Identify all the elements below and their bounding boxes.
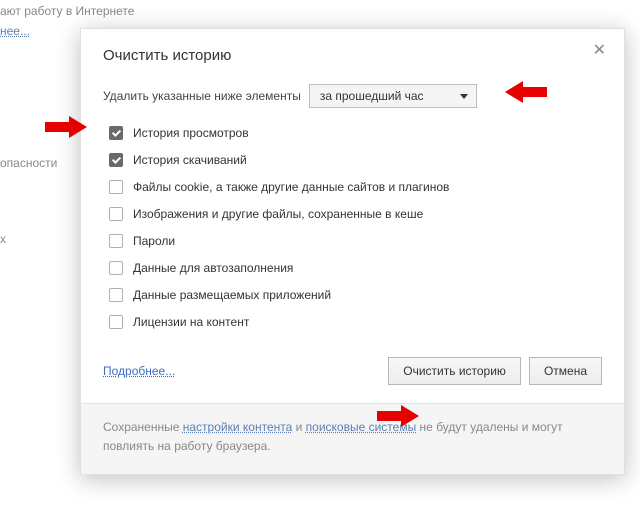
footer-link-search-engines[interactable]: поисковые системы xyxy=(306,420,417,434)
time-period-row: Удалить указанные ниже элементы за проше… xyxy=(103,84,602,108)
footer-link-content-settings[interactable]: настройки контента xyxy=(183,420,293,434)
option-passwords[interactable]: Пароли xyxy=(109,234,602,248)
time-period-dropdown[interactable]: за прошедший час xyxy=(309,84,477,108)
options-list: История просмотров История скачиваний Фа… xyxy=(109,126,602,329)
footer-text: и xyxy=(292,420,305,434)
dialog-bottom-bar: Подробнее... Очистить историю Отмена xyxy=(103,357,602,385)
option-label: Данные размещаемых приложений xyxy=(133,288,331,302)
more-link[interactable]: Подробнее... xyxy=(103,364,175,378)
option-content-licenses[interactable]: Лицензии на контент xyxy=(109,315,602,329)
option-cached-files[interactable]: Изображения и другие файлы, сохраненные … xyxy=(109,207,602,221)
close-icon[interactable]: ✕ xyxy=(593,43,606,59)
option-browsing-history[interactable]: История просмотров xyxy=(109,126,602,140)
time-period-value: за прошедший час xyxy=(320,89,424,103)
option-label: История скачиваний xyxy=(133,153,247,167)
footer-text: Сохраненные xyxy=(103,420,183,434)
button-group: Очистить историю Отмена xyxy=(388,357,602,385)
dialog-body: Очистить историю Удалить указанные ниже … xyxy=(81,29,624,403)
option-autofill[interactable]: Данные для автозаполнения xyxy=(109,261,602,275)
time-period-label: Удалить указанные ниже элементы xyxy=(103,89,301,103)
dialog-title: Очистить историю xyxy=(103,47,602,64)
checkbox-icon xyxy=(109,207,123,221)
bg-text-link: нее... xyxy=(0,24,30,38)
option-label: История просмотров xyxy=(133,126,249,140)
option-label: Файлы cookie, а также другие данные сайт… xyxy=(133,180,449,194)
chevron-down-icon xyxy=(460,94,468,99)
checkbox-icon xyxy=(109,288,123,302)
option-cookies[interactable]: Файлы cookie, а также другие данные сайт… xyxy=(109,180,602,194)
cancel-button[interactable]: Отмена xyxy=(529,357,602,385)
clear-history-dialog: ✕ Очистить историю Удалить указанные ниж… xyxy=(80,28,625,475)
option-download-history[interactable]: История скачиваний xyxy=(109,153,602,167)
bg-text-2: опасности xyxy=(0,156,57,170)
bg-text-1: ают работу в Интернете xyxy=(0,4,134,18)
option-label: Данные для автозаполнения xyxy=(133,261,293,275)
dialog-footer: Сохраненные настройки контента и поисков… xyxy=(81,403,624,474)
bg-text-3: х xyxy=(0,232,6,246)
checkbox-icon xyxy=(109,234,123,248)
clear-history-button[interactable]: Очистить историю xyxy=(388,357,521,385)
checkbox-icon xyxy=(109,153,123,167)
option-label: Изображения и другие файлы, сохраненные … xyxy=(133,207,423,221)
checkbox-icon xyxy=(109,315,123,329)
option-label: Лицензии на контент xyxy=(133,315,249,329)
checkbox-icon xyxy=(109,180,123,194)
option-label: Пароли xyxy=(133,234,175,248)
option-hosted-apps[interactable]: Данные размещаемых приложений xyxy=(109,288,602,302)
checkbox-icon xyxy=(109,261,123,275)
checkbox-icon xyxy=(109,126,123,140)
